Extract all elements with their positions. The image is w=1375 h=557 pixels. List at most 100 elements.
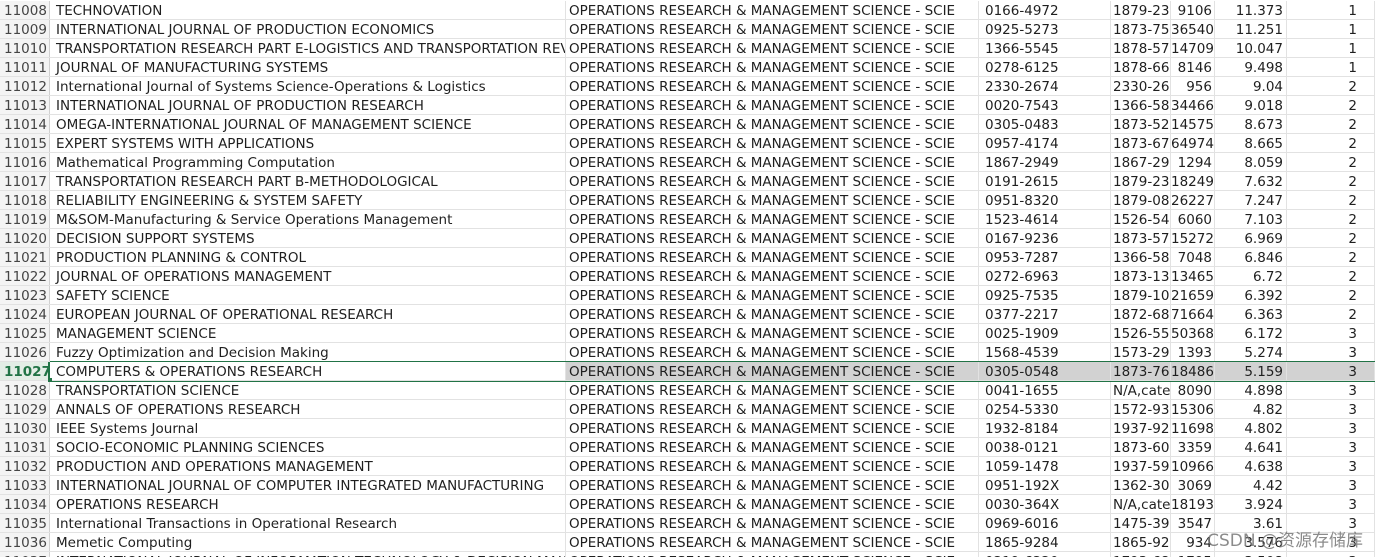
table-row[interactable]: 11020 DECISION SUPPORT SYSTEMS OPERATIONS …	[0, 229, 1375, 248]
row-header[interactable]: 11028	[0, 381, 50, 399]
cell-jif[interactable]: 11.251	[1215, 20, 1287, 38]
cell-jif[interactable]: 4.802	[1215, 419, 1287, 437]
cell-jif[interactable]: 9.04	[1215, 77, 1287, 95]
cell-title[interactable]: OPERATIONS RESEARCH	[50, 495, 565, 513]
cell-cites[interactable]: 26227	[1171, 191, 1215, 209]
cell-jif[interactable]: 6.363	[1215, 305, 1287, 323]
cell-quartile[interactable]: 3	[1287, 495, 1375, 513]
cell-jif[interactable]: 4.638	[1215, 457, 1287, 475]
cell-cites[interactable]: 36540	[1171, 20, 1215, 38]
cell-eissn[interactable]: 1879-23	[1111, 172, 1171, 190]
row-header[interactable]: 11023	[0, 286, 50, 304]
cell-cites[interactable]: 15272	[1171, 229, 1215, 247]
row-header[interactable]: 11009	[0, 20, 50, 38]
row-header[interactable]: 11016	[0, 153, 50, 171]
cell-issn[interactable]: 0167-9236	[979, 229, 1111, 247]
cell-issn[interactable]: 0305-0548	[979, 362, 1111, 380]
row-header[interactable]: 11012	[0, 77, 50, 95]
cell-title[interactable]: IEEE Systems Journal	[50, 419, 565, 437]
table-row[interactable]: 11014 OMEGA-INTERNATIONAL JOURNAL OF MANA…	[0, 115, 1375, 134]
cell-quartile[interactable]: 2	[1287, 210, 1375, 228]
cell-quartile[interactable]: 1	[1287, 58, 1375, 76]
cell-issn[interactable]: 0254-5330	[979, 400, 1111, 418]
table-row[interactable]: 11027 COMPUTERS & OPERATIONS RESEARCH OPER…	[0, 362, 1375, 381]
table-row[interactable]: 11037INTERNATIONAL JOURNAL OF INFORMATIO…	[0, 552, 1375, 557]
cell-cites[interactable]: 64974	[1171, 134, 1215, 152]
cell-issn[interactable]: 1523-4614	[979, 210, 1111, 228]
cell-quartile[interactable]: 1	[1287, 20, 1375, 38]
row-header[interactable]: 11011	[0, 58, 50, 76]
cell-quartile[interactable]: 3	[1287, 552, 1375, 557]
cell-issn[interactable]: 1865-9284	[979, 533, 1111, 551]
cell-jif[interactable]: 3.508	[1215, 552, 1287, 557]
cell-title[interactable]: ANNALS OF OPERATIONS RESEARCH	[50, 400, 565, 418]
cell-title[interactable]: INTERNATIONAL JOURNAL OF PRODUCTION ECON…	[50, 20, 565, 38]
cell-issn[interactable]: 0030-364X	[979, 495, 1111, 513]
row-header[interactable]: 11037	[0, 552, 50, 557]
cell-issn[interactable]: 1059-1478	[979, 457, 1111, 475]
cell-category[interactable]: OPERATIONS RESEARCH & MANAGEMENT SCIENCE…	[565, 286, 979, 304]
cell-quartile[interactable]: 2	[1287, 96, 1375, 114]
cell-quartile[interactable]: 2	[1287, 248, 1375, 266]
cell-eissn[interactable]: 1878-57	[1111, 39, 1171, 57]
cell-cites[interactable]: 18486	[1171, 362, 1215, 380]
cell-eissn[interactable]: 1793-68	[1111, 552, 1171, 557]
cell-eissn[interactable]: 2330-26	[1111, 77, 1171, 95]
cell-quartile[interactable]: 3	[1287, 476, 1375, 494]
cell-issn[interactable]: 0041-1655	[979, 381, 1111, 399]
cell-title[interactable]: SOCIO-ECONOMIC PLANNING SCIENCES	[50, 438, 565, 456]
cell-category[interactable]: OPERATIONS RESEARCH & MANAGEMENT SCIENCE…	[565, 476, 979, 494]
cell-cites[interactable]: 1795	[1171, 552, 1215, 557]
cell-jif[interactable]: 5.274	[1215, 343, 1287, 361]
table-row[interactable]: 11017 TRANSPORTATION RESEARCH PART B-METH…	[0, 172, 1375, 191]
table-row[interactable]: 11018 RELIABILITY ENGINEERING & SYSTEM SA…	[0, 191, 1375, 210]
cell-cites[interactable]: 50368	[1171, 324, 1215, 342]
row-header[interactable]: 11013	[0, 96, 50, 114]
row-header[interactable]: 11029	[0, 400, 50, 418]
cell-jif[interactable]: 4.641	[1215, 438, 1287, 456]
table-row[interactable]: 11010 TRANSPORTATION RESEARCH PART E-LOGI…	[0, 39, 1375, 58]
cell-quartile[interactable]: 2	[1287, 134, 1375, 152]
cell-cites[interactable]: 18193	[1171, 495, 1215, 513]
cell-category[interactable]: OPERATIONS RESEARCH & MANAGEMENT SCIENCE…	[565, 343, 979, 361]
table-row[interactable]: 11008 TECHNOVATION OPERATIONS RESEARCH & M…	[0, 1, 1375, 20]
cell-quartile[interactable]: 2	[1287, 267, 1375, 285]
cell-eissn[interactable]: 1879-23	[1111, 1, 1171, 19]
cell-jif[interactable]: 3.924	[1215, 495, 1287, 513]
cell-quartile[interactable]: 3	[1287, 457, 1375, 475]
cell-title[interactable]: TRANSPORTATION RESEARCH PART B-METHODOLO…	[50, 172, 565, 190]
row-header[interactable]: 11018	[0, 191, 50, 209]
cell-category[interactable]: OPERATIONS RESEARCH & MANAGEMENT SCIENCE…	[565, 533, 979, 551]
cell-quartile[interactable]: 3	[1287, 324, 1375, 342]
cell-category[interactable]: OPERATIONS RESEARCH & MANAGEMENT SCIENCE…	[565, 20, 979, 38]
cell-title[interactable]: International Transactions in Operationa…	[50, 514, 565, 532]
row-header[interactable]: 11033	[0, 476, 50, 494]
table-row[interactable]: 11016 Mathematical Programming Computatio…	[0, 153, 1375, 172]
cell-issn[interactable]: 0219-6220	[979, 552, 1111, 557]
table-row[interactable]: 11019 M&SOM-Manufacturing & Service Opera…	[0, 210, 1375, 229]
cell-category[interactable]: OPERATIONS RESEARCH & MANAGEMENT SCIENCE…	[565, 58, 979, 76]
table-row[interactable]: 11021 PRODUCTION PLANNING & CONTROL OPERAT…	[0, 248, 1375, 267]
row-header[interactable]: 11014	[0, 115, 50, 133]
cell-cites[interactable]: 3069	[1171, 476, 1215, 494]
cell-jif[interactable]: 8.059	[1215, 153, 1287, 171]
cell-jif[interactable]: 6.969	[1215, 229, 1287, 247]
cell-jif[interactable]: 4.42	[1215, 476, 1287, 494]
cell-category[interactable]: OPERATIONS RESEARCH & MANAGEMENT SCIENCE…	[565, 77, 979, 95]
cell-title[interactable]: COMPUTERS & OPERATIONS RESEARCH	[50, 362, 565, 380]
row-header[interactable]: 11022	[0, 267, 50, 285]
cell-jif[interactable]: 6.72	[1215, 267, 1287, 285]
cell-eissn[interactable]: 1937-92	[1111, 419, 1171, 437]
cell-title[interactable]: DECISION SUPPORT SYSTEMS	[50, 229, 565, 247]
cell-eissn[interactable]: 1873-67	[1111, 134, 1171, 152]
cell-issn[interactable]: 0951-8320	[979, 191, 1111, 209]
table-row[interactable]: 11032 PRODUCTION AND OPERATIONS MANAGEMEN…	[0, 457, 1375, 476]
cell-title[interactable]: Memetic Computing	[50, 533, 565, 551]
cell-issn[interactable]: 1932-8184	[979, 419, 1111, 437]
row-header[interactable]: 11020	[0, 229, 50, 247]
table-row[interactable]: 11035 International Transactions in Opera…	[0, 514, 1375, 533]
cell-title[interactable]: PRODUCTION PLANNING & CONTROL	[50, 248, 565, 266]
row-header[interactable]: 11024	[0, 305, 50, 323]
cell-category[interactable]: OPERATIONS RESEARCH & MANAGEMENT SCIENCE…	[565, 419, 979, 437]
cell-cites[interactable]: 11698	[1171, 419, 1215, 437]
